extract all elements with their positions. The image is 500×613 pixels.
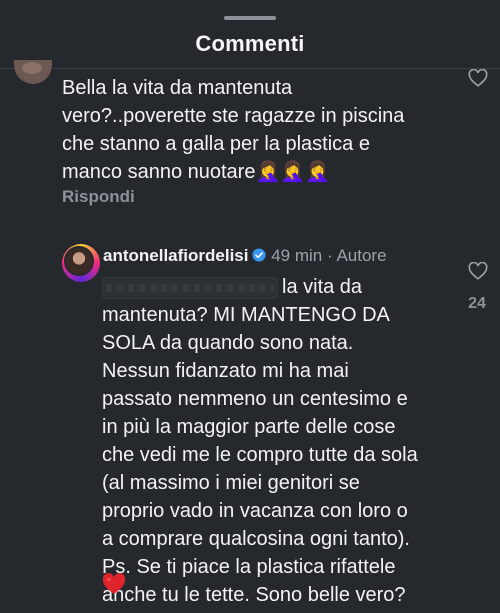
comment-text: la vita da mantenuta? MI MANTENGO DA SOL… — [102, 276, 418, 606]
comment-text: Bella la vita da mantenuta vero?..povere… — [62, 77, 405, 183]
heart-outline-icon[interactable] — [468, 262, 488, 280]
like-count: 24 — [468, 295, 486, 312]
red-heart-emoji — [102, 573, 126, 595]
comments-sheet: Commenti Bella la vita da mantenuta vero… — [0, 0, 500, 613]
avatar[interactable] — [62, 244, 100, 282]
avatar-photo — [64, 246, 94, 276]
comment-time: 49 min — [271, 246, 323, 265]
avatar[interactable] — [14, 60, 52, 84]
verified-badge-icon — [252, 248, 267, 262]
comment-meta: antonellafiordelisi 49 min · Autore — [103, 246, 387, 266]
meta-separator: · — [326, 246, 333, 265]
page-title: Commenti — [195, 31, 305, 56]
header-divider — [0, 68, 500, 69]
author-badge: Autore — [336, 246, 387, 265]
sheet-grabber-handle[interactable] — [224, 16, 276, 20]
username[interactable]: antonellafiordelisi — [103, 246, 248, 265]
reply-button[interactable]: Rispondi — [62, 187, 135, 207]
heart-outline-icon[interactable] — [468, 69, 488, 87]
